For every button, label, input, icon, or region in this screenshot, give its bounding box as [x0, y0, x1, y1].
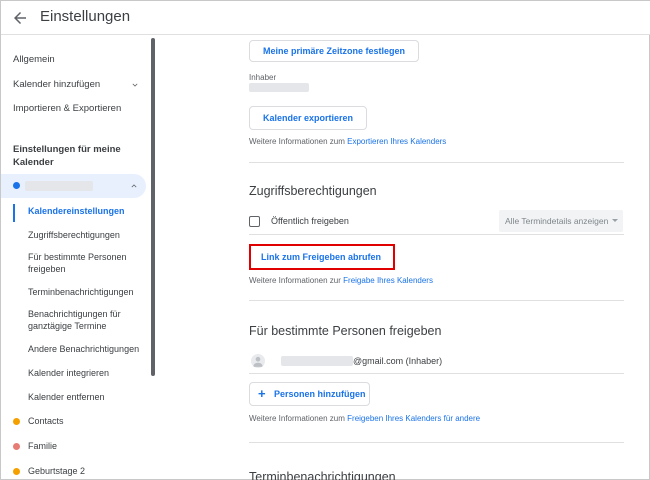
- plus-icon: +: [258, 386, 266, 401]
- sidebar-selected-calendar[interactable]: [1, 174, 146, 198]
- sidebar-item-add-calendar[interactable]: Kalender hinzufügen: [13, 79, 100, 90]
- export-info-prefix: Weitere Informationen zum: [249, 137, 345, 146]
- sidebar-item-import-export[interactable]: Importieren & Exportieren: [13, 103, 121, 114]
- chevron-up-icon[interactable]: [129, 181, 139, 191]
- sidebar-subitem-allday-notifications[interactable]: Benachrichtigungen für ganztägige Termin…: [28, 308, 148, 332]
- share-specific-info-text: Weitere Informationen zum Freigeben Ihre…: [249, 414, 480, 423]
- person-email: @gmail.com (Inhaber): [353, 356, 443, 366]
- highlight-box: [249, 244, 395, 270]
- public-share-checkbox[interactable]: [249, 216, 260, 227]
- section-divider: [249, 162, 624, 163]
- owner-label: Inhaber: [249, 73, 277, 82]
- app-header: Einstellungen: [1, 1, 650, 35]
- share-info-text: Weitere Informationen zur Freigabe Ihres…: [249, 276, 433, 285]
- public-visibility-select[interactable]: Alle Termindetails anzeigen: [499, 210, 623, 232]
- chevron-down-icon[interactable]: [130, 80, 140, 90]
- section-divider: [249, 300, 624, 301]
- share-specific-info-prefix: Weitere Informationen zum: [249, 414, 345, 423]
- person-email-redacted: [281, 356, 353, 366]
- row-divider: [249, 373, 624, 374]
- calendar-color-dot-contacts: [13, 418, 20, 425]
- settings-main: Meine primäre Zeitzone festlegen Inhaber…: [161, 36, 650, 480]
- set-primary-timezone-button[interactable]: Meine primäre Zeitzone festlegen: [249, 40, 419, 62]
- back-arrow-icon[interactable]: [11, 9, 29, 27]
- sidebar-subitem-remove[interactable]: Kalender entfernen: [28, 391, 148, 403]
- active-indicator: [13, 204, 15, 222]
- sidebar-subitem-share-specific[interactable]: Für bestimmte Personen freigeben: [28, 251, 148, 275]
- avatar: [251, 354, 265, 368]
- share-specific-title: Für bestimmte Personen freigeben: [249, 324, 442, 338]
- add-people-button[interactable]: + Personen hinzufügen: [249, 382, 370, 406]
- sidebar-scrollbar[interactable]: [151, 38, 155, 376]
- share-info-link[interactable]: Freigabe Ihres Kalenders: [343, 276, 433, 285]
- access-permissions-title: Zugriffsberechtigungen: [249, 184, 377, 198]
- export-info-text: Weitere Informationen zum Exportieren Ih…: [249, 137, 446, 146]
- export-calendar-button[interactable]: Kalender exportieren: [249, 106, 367, 130]
- sidebar-subitem-integrate[interactable]: Kalender integrieren: [28, 367, 148, 379]
- sidebar-subitem-calendar-settings[interactable]: Kalendereinstellungen: [28, 205, 148, 217]
- calendar-color-dot: [13, 182, 20, 189]
- public-share-label: Öffentlich freigeben: [271, 216, 349, 226]
- sidebar-calendar-birthdays[interactable]: Geburtstage 2: [28, 466, 85, 476]
- sidebar-item-general[interactable]: Allgemein: [13, 54, 55, 65]
- sidebar-section-my-calendars: Einstellungen für meine Kalender: [13, 144, 121, 168]
- sidebar-subitem-other-notifications[interactable]: Andere Benachrichtigungen: [28, 343, 148, 355]
- export-info-link[interactable]: Exportieren Ihres Kalenders: [347, 137, 446, 146]
- sidebar-calendar-familie[interactable]: Familie: [28, 441, 57, 451]
- sidebar-calendar-contacts[interactable]: Contacts: [28, 416, 64, 426]
- person-icon: [253, 356, 263, 367]
- section-divider: [249, 442, 624, 443]
- owner-name-redacted: [249, 83, 309, 92]
- calendar-color-dot-birthdays: [13, 468, 20, 475]
- add-people-label: Personen hinzufügen: [274, 389, 366, 399]
- page-title: Einstellungen: [40, 8, 131, 25]
- event-notifications-title: Terminbenachrichtigungen: [249, 470, 396, 480]
- sidebar-subitem-event-notifications[interactable]: Terminbenachrichtigungen: [28, 286, 148, 298]
- calendar-color-dot-familie: [13, 443, 20, 450]
- dropdown-arrow-icon: [612, 219, 618, 222]
- calendar-name-redacted: [25, 181, 93, 191]
- public-visibility-value: Alle Termindetails anzeigen: [505, 216, 609, 226]
- sidebar-subitem-access[interactable]: Zugriffsberechtigungen: [28, 229, 148, 241]
- share-specific-info-link[interactable]: Freigeben Ihres Kalenders für andere: [347, 414, 480, 423]
- row-divider: [249, 234, 624, 235]
- share-info-prefix: Weitere Informationen zur: [249, 276, 341, 285]
- settings-sidebar: Allgemein Kalender hinzufügen Importiere…: [1, 36, 151, 480]
